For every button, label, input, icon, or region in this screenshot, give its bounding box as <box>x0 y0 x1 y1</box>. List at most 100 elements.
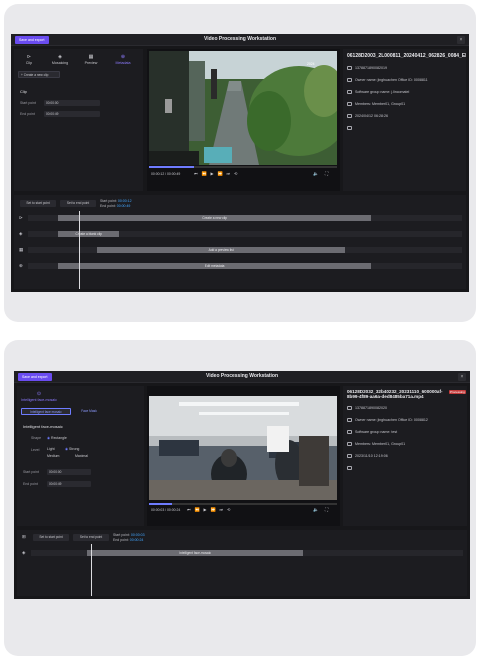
timeline-track[interactable]: Intelligent face-mosaic <box>31 550 463 556</box>
meta-id: 1378871890082019 <box>347 66 387 71</box>
readout-label: End point: <box>113 538 129 542</box>
timeline-segment[interactable]: Add a preview list <box>97 247 345 253</box>
meta-members: Members: Member01, Group01 <box>347 442 405 447</box>
clock-icon <box>347 114 352 119</box>
timeline-segment[interactable]: Create a new clip <box>58 215 371 221</box>
set-start-button[interactable]: Set to start point <box>20 200 56 207</box>
fullscreen-icon[interactable]: ⛶ <box>325 171 328 176</box>
timeline-track[interactable]: Add a preview list <box>28 247 462 253</box>
shape-label: Shape <box>31 436 42 440</box>
option-label: Rectangle <box>51 436 67 440</box>
section-label: Intelligent face-mosaic <box>23 424 63 429</box>
tool-mosaicing[interactable]: ◈ Mosaicing <box>49 54 71 65</box>
playhead[interactable] <box>79 211 80 289</box>
tool-label: Mosaicing <box>51 61 69 65</box>
svg-text:2024: 2024 <box>307 62 315 66</box>
level-strong[interactable]: ◉ Strong <box>65 447 79 451</box>
set-start-button[interactable]: Set to start point <box>33 534 69 541</box>
fullscreen-icon[interactable]: ⛶ <box>325 507 328 512</box>
create-clip-button[interactable]: + Create a new clip <box>18 71 60 78</box>
volume-icon[interactable]: 🔈 <box>313 171 319 177</box>
timeline-segment[interactable]: Edit metadata <box>58 263 371 269</box>
start-point-field[interactable]: 00:00:00 <box>44 100 100 106</box>
metadata-panel: 06128D2032_32b40232_20231110_600000af-8b… <box>343 386 467 526</box>
tab-face-mosaic[interactable]: Intelligent face mosaic <box>21 408 71 415</box>
meta-text: Owner name: jinghuachen Office ID: 00088… <box>355 418 428 422</box>
readout-label: Start point: <box>113 533 130 537</box>
start-point-readout: Start point: 00:00:03 <box>113 533 145 537</box>
start-point-field[interactable]: 00:00:00 <box>47 469 91 475</box>
timeline-segment[interactable]: Create a blank clip <box>58 231 120 237</box>
meta-tag[interactable] <box>347 126 355 131</box>
top-workstation-window: Save and export Video Processing Worksta… <box>11 34 469 292</box>
tool-label: Preview <box>84 61 98 65</box>
video-frame[interactable]: 2024 <box>149 51 337 165</box>
meta-members: Members: Member01, Group01 <box>347 102 406 107</box>
clip-track-icon[interactable]: ⊳ <box>19 215 23 221</box>
timeline-tracks: ◈ Intelligent face-mosaic <box>17 548 467 588</box>
mosaic-track-icon[interactable]: ◈ <box>19 231 22 237</box>
readout-value: 00:00:49 <box>116 204 131 208</box>
volume-icon[interactable]: 🔈 <box>313 507 319 513</box>
mosaic-track-icon[interactable]: ◈ <box>22 550 25 556</box>
level-medium[interactable]: Medium <box>47 454 59 458</box>
office-scene-image <box>149 396 337 500</box>
level-light[interactable]: Light <box>47 447 55 451</box>
tool-label: Clip <box>25 61 33 65</box>
meta-group: Software group name: test <box>347 430 397 435</box>
set-end-button[interactable]: Set to end point <box>73 534 109 541</box>
end-point-label: End point <box>20 112 35 116</box>
close-icon[interactable]: × <box>457 36 465 44</box>
metadata-track-icon[interactable]: ⊕ <box>19 263 23 269</box>
timeline-track[interactable]: Edit metadata <box>28 263 462 269</box>
end-point-field[interactable]: 00:00:49 <box>44 111 100 117</box>
timeline-segment[interactable]: Intelligent face-mosaic <box>87 550 304 556</box>
end-point-readout: End point: 00:00:24 <box>113 538 143 542</box>
tab-face-mask[interactable]: Face Mask <box>74 408 104 415</box>
playback-controls[interactable]: ⏮ ⏪ ▶ ⏩ ⏭ ⟲ <box>187 507 232 513</box>
meta-group: Software group name: j.lincomatel <box>347 90 409 95</box>
video-frame[interactable] <box>149 396 337 500</box>
window-title: Video Processing Workstation <box>205 373 279 379</box>
meta-tag[interactable] <box>347 466 355 471</box>
owner-icon <box>347 418 352 423</box>
timeline-track[interactable]: Create a new clip <box>28 215 462 221</box>
top-titlebar: Save and export Video Processing Worksta… <box>11 34 469 46</box>
video-panel: 2024 00:00:12 / 00:00:49 ⏮ ⏪ ▶ ⏩ ⏭ ⟲ 🔈 ⛶ <box>147 49 340 191</box>
readout-value: 00:00:24 <box>129 538 144 542</box>
meta-text: Owner name: jinghuachen Office ID: 00088… <box>355 78 428 82</box>
set-end-button[interactable]: Set to end point <box>60 200 96 207</box>
end-point-label: End point <box>23 482 38 486</box>
tag-icon <box>347 126 352 131</box>
close-icon[interactable]: × <box>458 373 466 381</box>
end-point-field[interactable]: 00:00:49 <box>47 481 91 487</box>
readout-value: 00:00:12 <box>117 199 132 203</box>
meta-text: Members: Member01, Group01 <box>355 102 406 106</box>
level-maximal[interactable]: Maximal <box>75 454 88 458</box>
tool-clip[interactable]: ⊳ Clip <box>18 54 40 65</box>
video-progress-track[interactable] <box>149 166 337 168</box>
bottom-titlebar: Save and export Video Processing Worksta… <box>14 371 470 383</box>
preview-track-icon[interactable]: ▦ <box>19 247 23 253</box>
mosaic-icon: ◈ <box>58 54 62 60</box>
tool-face-mosaic[interactable]: ⊙ Intelligent face-mosaic <box>21 391 57 402</box>
meta-owner: Owner name: jinghuachen Office ID: 00088… <box>347 418 428 423</box>
shape-option[interactable]: ◉ Rectangle <box>47 436 67 440</box>
owner-icon <box>347 78 352 83</box>
playback-controls[interactable]: ⏮ ⏪ ▶ ⏩ ⏭ ⟲ <box>194 171 239 177</box>
tool-metadata[interactable]: ⊕ Metadata <box>111 54 135 65</box>
tool-preview[interactable]: ▦ Preview <box>80 54 102 65</box>
playhead[interactable] <box>91 544 92 596</box>
file-name: 06128D2003_2L000811_20240412_062826_0084… <box>347 53 466 59</box>
timeline-panel: Set to start point Set to end point Star… <box>14 195 466 289</box>
start-point-readout: Start point: 00:00:12 <box>100 199 132 203</box>
option-label: Medium <box>47 454 60 458</box>
status-badge: Processing <box>449 390 466 394</box>
option-label: Light <box>47 447 55 451</box>
video-progress-track[interactable] <box>149 503 337 505</box>
left-panel: ⊳ Clip ◈ Mosaicing ▦ Preview ⊕ Metadata … <box>14 49 143 191</box>
timeline-menu-icon[interactable]: ⊞ <box>22 534 26 540</box>
id-icon <box>347 406 352 411</box>
tool-label: Metadata <box>115 61 131 65</box>
timeline-track[interactable]: Create a blank clip <box>28 231 462 237</box>
